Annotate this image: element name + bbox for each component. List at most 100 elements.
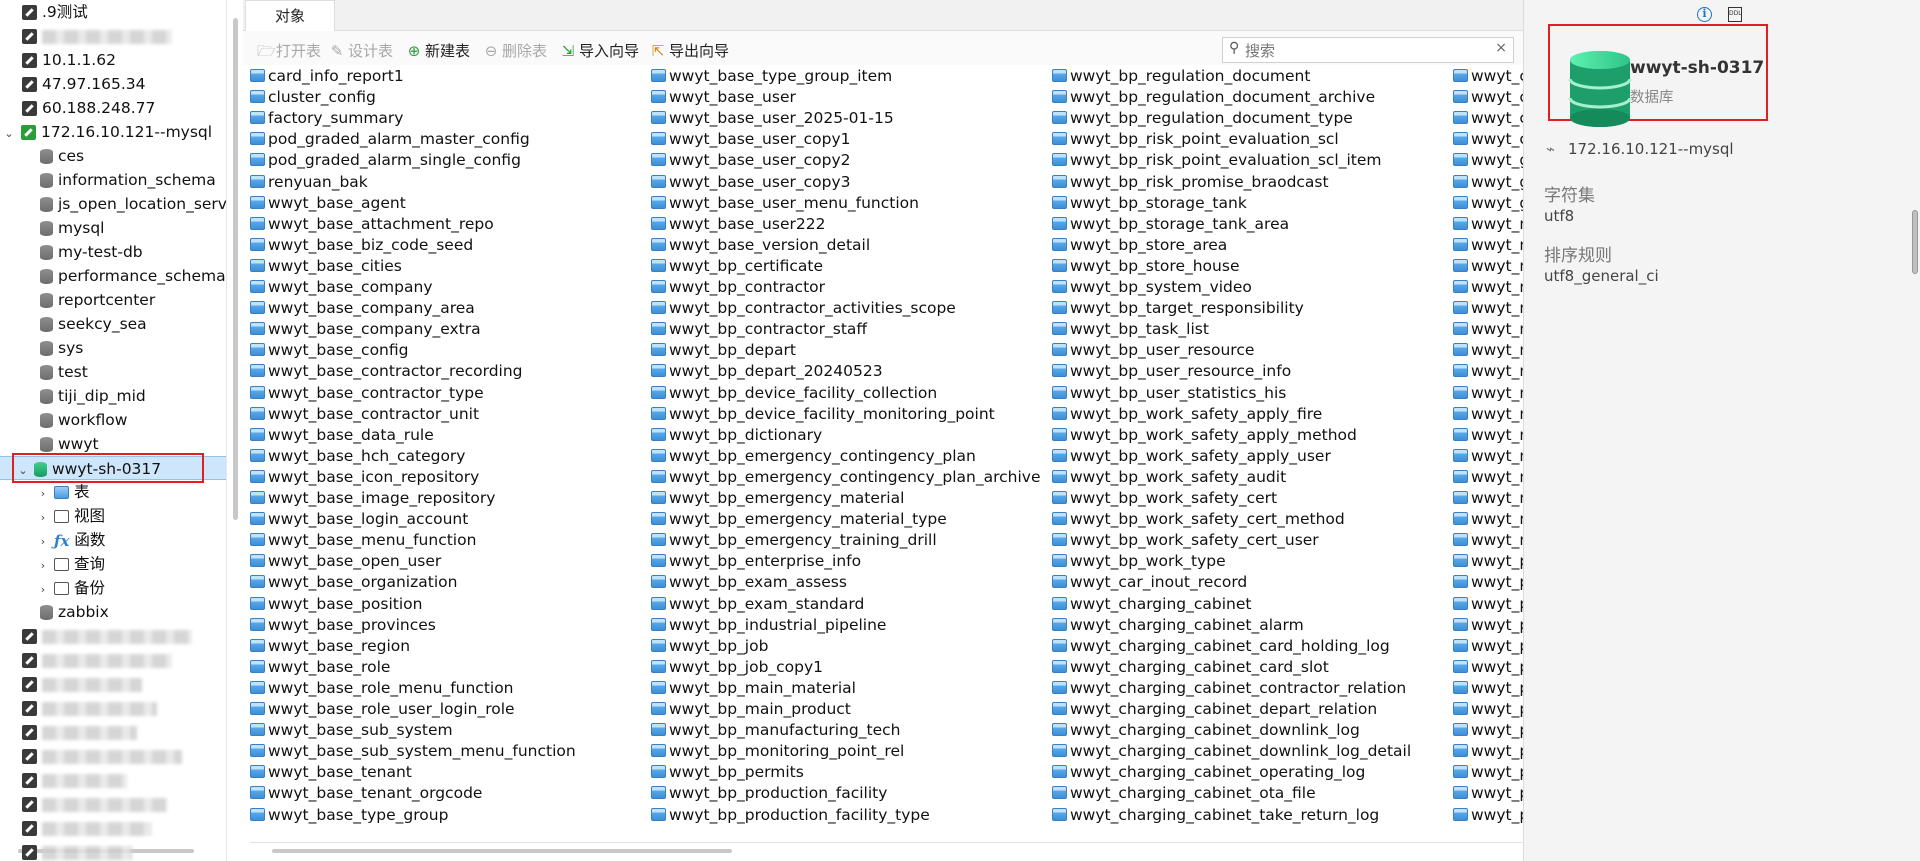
table-item[interactable]: wwyt_bp_storage_tank — [1052, 193, 1247, 214]
table-item[interactable]: wwyt_g — [1453, 193, 1523, 214]
table-item[interactable]: wwyt_bp_main_material — [651, 678, 856, 699]
table-item[interactable]: wwyt_charging_cabinet — [1052, 594, 1251, 615]
open-table-button[interactable]: 🗁打开表 — [257, 40, 321, 62]
table-item[interactable]: wwyt_bp_production_facility_type — [651, 805, 930, 826]
table-item[interactable]: wwyt_base_company_extra — [250, 319, 481, 340]
table-item[interactable]: wwyt_base_menu_function — [250, 530, 476, 551]
table-item[interactable]: wwyt_base_user — [651, 87, 796, 108]
tree-database[interactable]: workflow — [40, 409, 127, 431]
table-item[interactable]: wwyt_base_sub_system_menu_function — [250, 741, 576, 762]
panel-scrollbar[interactable] — [1912, 210, 1918, 274]
table-item[interactable]: wwyt_bp_emergency_training_drill — [651, 530, 937, 551]
table-item[interactable]: wwyt_base_user_copy3 — [651, 172, 851, 193]
table-item[interactable]: wwyt_bp_job — [651, 636, 768, 657]
table-item[interactable]: wwyt_bp_device_facility_collection — [651, 383, 937, 404]
table-item[interactable]: wwyt_n — [1453, 319, 1523, 340]
table-item[interactable]: wwyt_base_user_copy1 — [651, 129, 851, 150]
table-item[interactable]: wwyt_charging_cabinet_take_return_log — [1052, 805, 1379, 826]
new-table-button[interactable]: ⊕ 新建表 — [406, 40, 470, 62]
table-item[interactable]: wwyt_base_hch_category — [250, 446, 465, 467]
tree-database[interactable]: ces — [40, 145, 84, 167]
chevron-down-icon[interactable]: ⌄ — [16, 460, 30, 482]
table-item[interactable]: wwyt_bp_task_list — [1052, 319, 1209, 340]
table-item[interactable]: wwyt_bp_work_type — [1052, 551, 1226, 572]
table-item[interactable]: wwyt_n — [1453, 446, 1523, 467]
table-item[interactable]: wwyt_bp_risk_promise_braodcast — [1052, 172, 1329, 193]
table-item[interactable]: wwyt_car_inout_record — [1052, 572, 1247, 593]
table-item[interactable]: wwyt_g — [1453, 150, 1523, 171]
tree-database[interactable]: performance_schema — [40, 265, 226, 287]
table-item[interactable]: wwyt_base_version_detail — [651, 235, 870, 256]
tree-subnode[interactable]: › 表 — [36, 481, 90, 503]
table-item[interactable]: wwyt_bp_user_resource_info — [1052, 361, 1291, 382]
table-item[interactable]: wwyt_bp_system_video — [1052, 277, 1252, 298]
tree-database[interactable]: test — [40, 361, 88, 383]
tree-connection-blurred[interactable] — [22, 673, 142, 695]
tree-subnode[interactable]: › 备份 — [36, 577, 105, 599]
table-item[interactable]: wwyt_p — [1453, 741, 1523, 762]
tree-connection-blurred[interactable] — [22, 649, 172, 671]
table-item[interactable]: wwyt_charging_cabinet_card_holding_log — [1052, 636, 1390, 657]
table-item[interactable]: wwyt_bp_user_resource — [1052, 340, 1254, 361]
table-item[interactable]: wwyt_base_biz_code_seed — [250, 235, 473, 256]
table-item[interactable]: pod_graded_alarm_single_config — [250, 150, 521, 171]
table-item[interactable]: wwyt_bp_work_safety_audit — [1052, 467, 1286, 488]
table-item[interactable]: wwyt_bp_exam_standard — [651, 594, 864, 615]
table-item[interactable]: wwyt_charging_cabinet_depart_relation — [1052, 699, 1377, 720]
design-table-button[interactable]: ✎ 设计表 — [329, 40, 393, 62]
table-item[interactable]: wwyt_bp_device_facility_monitoring_point — [651, 404, 995, 425]
table-item[interactable]: wwyt_charging_cabinet_ota_file — [1052, 783, 1316, 804]
tree-database[interactable]: js_open_location_serve — [40, 193, 226, 215]
table-item[interactable]: wwyt_p — [1453, 762, 1523, 783]
table-item[interactable]: wwyt_base_user222 — [651, 214, 825, 235]
table-item[interactable]: wwyt_base_image_repository — [250, 488, 495, 509]
table-item[interactable]: wwyt_bp_work_safety_apply_method — [1052, 425, 1357, 446]
tab-objects[interactable]: 对象 — [245, 0, 335, 31]
table-item[interactable]: wwyt_bp_store_house — [1052, 256, 1239, 277]
table-item[interactable]: wwyt_n — [1453, 488, 1523, 509]
table-item[interactable]: wwyt_p — [1453, 699, 1523, 720]
table-item[interactable]: wwyt_base_login_account — [250, 509, 468, 530]
tree-connection-blurred[interactable] — [22, 721, 137, 743]
tree-connection[interactable]: .9测试 — [22, 1, 88, 23]
table-item[interactable]: wwyt_p — [1453, 551, 1523, 572]
table-item[interactable]: wwyt_bp_risk_point_evaluation_scl — [1052, 129, 1339, 150]
table-item[interactable]: wwyt_n — [1453, 235, 1523, 256]
table-item[interactable]: wwyt_base_contractor_unit — [250, 404, 479, 425]
search-box[interactable]: ⚲ × — [1222, 37, 1514, 63]
table-item[interactable]: wwyt_p — [1453, 720, 1523, 741]
tree-connection[interactable] — [22, 25, 172, 47]
tree-database[interactable]: tiji_dip_mid — [40, 385, 146, 407]
grid-horizontal-scrollbar[interactable] — [272, 849, 732, 853]
table-item[interactable]: wwyt_n — [1453, 340, 1523, 361]
table-item[interactable]: wwyt_bp_work_safety_cert_method — [1052, 509, 1345, 530]
table-item[interactable]: wwyt_bp_emergency_material_type — [651, 509, 947, 530]
table-item[interactable]: wwyt_charging_cabinet_downlink_log — [1052, 720, 1360, 741]
table-item[interactable]: wwyt_charging_cabinet_card_slot — [1052, 657, 1329, 678]
tree-database[interactable]: mysql — [40, 217, 105, 239]
tree-connection-blurred[interactable] — [22, 817, 152, 839]
table-item[interactable]: wwyt_bp_contractor_staff — [651, 319, 867, 340]
table-item[interactable]: wwyt_base_region — [250, 636, 410, 657]
tree-connection-blurred[interactable] — [22, 745, 182, 767]
table-item[interactable]: wwyt_bp_risk_point_evaluation_scl_item — [1052, 150, 1382, 171]
tree-database[interactable]: sys — [40, 337, 83, 359]
table-item[interactable]: wwyt_bp_contractor_activities_scope — [651, 298, 956, 319]
tree-connection-blurred[interactable] — [22, 697, 157, 719]
table-item[interactable]: wwyt_base_data_rule — [250, 425, 434, 446]
table-item[interactable]: wwyt_base_contractor_type — [250, 383, 484, 404]
chevron-right-icon[interactable]: › — [36, 483, 50, 505]
table-item[interactable]: wwyt_base_icon_repository — [250, 467, 479, 488]
table-item[interactable]: wwyt_bp_permits — [651, 762, 804, 783]
table-item[interactable]: wwyt_bp_enterprise_info — [651, 551, 861, 572]
table-item[interactable]: wwyt_n — [1453, 256, 1523, 277]
table-item[interactable]: cluster_config — [250, 87, 376, 108]
table-item[interactable]: wwyt_base_agent — [250, 193, 406, 214]
table-item[interactable]: wwyt_n — [1453, 298, 1523, 319]
chevron-right-icon[interactable]: › — [36, 555, 50, 577]
tree-database[interactable]: wwyt — [40, 433, 99, 455]
table-item[interactable]: wwyt_p — [1453, 678, 1523, 699]
table-item[interactable]: wwyt_base_config — [250, 340, 408, 361]
tree-database[interactable]: zabbix — [40, 601, 109, 623]
table-item[interactable]: wwyt_base_user_copy2 — [651, 150, 851, 171]
